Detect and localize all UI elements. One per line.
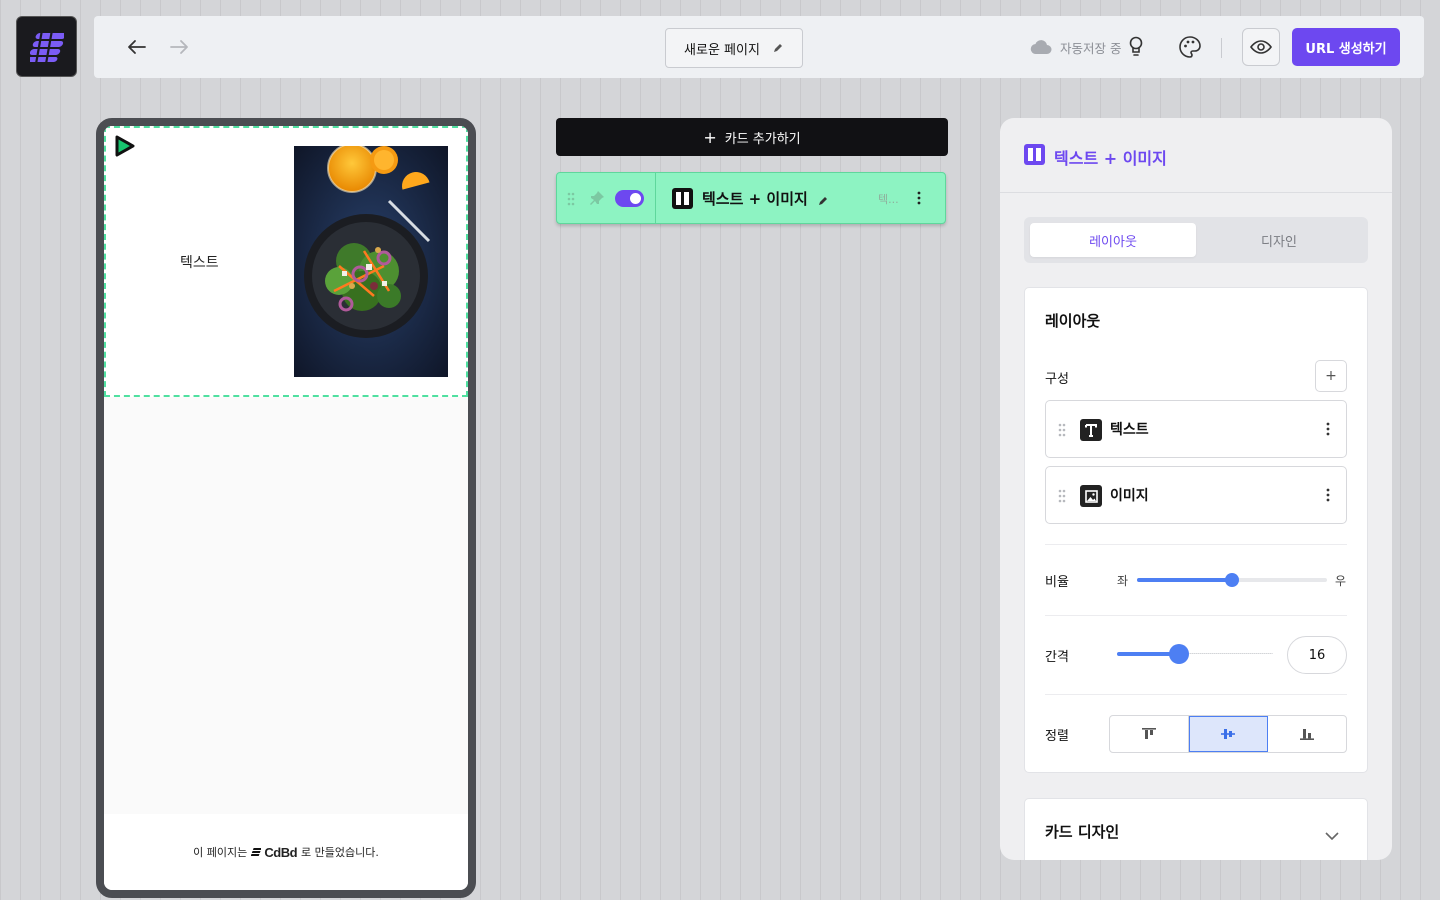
toolbar-divider bbox=[1221, 38, 1222, 58]
drag-handle-icon[interactable] bbox=[1058, 488, 1066, 507]
generate-url-button[interactable]: URL 생성하기 bbox=[1292, 28, 1400, 66]
selected-card-preview[interactable]: 텍스트 bbox=[104, 126, 468, 397]
section-divider bbox=[1045, 694, 1347, 695]
eye-icon bbox=[1250, 40, 1272, 54]
card-image bbox=[294, 146, 448, 377]
lightbulb-icon[interactable] bbox=[1129, 36, 1143, 58]
drag-handle-icon[interactable] bbox=[1058, 422, 1066, 441]
card-row-title: 텍스트 + 이미지 bbox=[702, 190, 808, 208]
add-card-label: 카드 추가하기 bbox=[724, 131, 801, 147]
ratio-slider[interactable] bbox=[1137, 573, 1327, 587]
card-text: 텍스트 bbox=[180, 255, 219, 271]
autosave-text: 자동저장 중 bbox=[1060, 40, 1122, 56]
align-bottom-button[interactable] bbox=[1268, 716, 1346, 752]
page-name-text: 새로운 페이지 bbox=[684, 42, 760, 58]
phone-footer: 이 페이지는 CdBd 로 만들었습니다. bbox=[104, 814, 468, 890]
plus-icon: + bbox=[703, 127, 717, 147]
palette-icon[interactable] bbox=[1178, 35, 1202, 63]
page-name-field[interactable]: 새로운 페이지 bbox=[665, 28, 803, 68]
tab-layout[interactable]: 레이아웃 bbox=[1030, 223, 1196, 257]
footer-brand: CdBd bbox=[250, 844, 298, 860]
drag-handle-icon[interactable] bbox=[567, 191, 575, 210]
split-layout-icon bbox=[1024, 144, 1045, 169]
align-top-icon bbox=[1142, 728, 1156, 739]
top-toolbar: 새로운 페이지 자동저장 중 URL 생성하기 bbox=[94, 16, 1424, 78]
spacing-slider[interactable] bbox=[1117, 644, 1273, 664]
ratio-right-label: 우 bbox=[1335, 574, 1347, 588]
add-card-button[interactable]: + 카드 추가하기 bbox=[556, 118, 948, 156]
align-center-button[interactable] bbox=[1189, 716, 1268, 752]
autosave-status: 자동저장 중 bbox=[1030, 36, 1143, 58]
edit-pencil-icon[interactable] bbox=[817, 192, 829, 211]
component-label: 텍스트 bbox=[1110, 422, 1149, 438]
add-component-button[interactable]: + bbox=[1315, 360, 1347, 392]
tab-design[interactable]: 디자인 bbox=[1196, 223, 1362, 257]
ratio-label: 비율 bbox=[1045, 575, 1069, 590]
component-item-image[interactable]: 이미지 bbox=[1045, 466, 1347, 524]
ratio-left-label: 좌 bbox=[1117, 574, 1129, 588]
plus-icon: + bbox=[1325, 368, 1337, 384]
phone-preview: 텍스트 이 페이지는 CdBd 로 만들었습니다. bbox=[96, 118, 476, 898]
more-options-icon[interactable] bbox=[1326, 421, 1330, 441]
logo-icon bbox=[29, 29, 64, 64]
brand-logo-icon bbox=[250, 847, 262, 856]
more-options-icon[interactable] bbox=[1326, 487, 1330, 507]
text-icon bbox=[1080, 419, 1102, 441]
pencil-icon bbox=[773, 44, 782, 52]
component-label: 이미지 bbox=[1110, 488, 1149, 504]
card-row-controls bbox=[557, 173, 656, 223]
layout-section-title: 레이아웃 bbox=[1045, 312, 1101, 330]
image-icon bbox=[1080, 485, 1102, 507]
panel-header: 텍스트 + 이미지 bbox=[1000, 118, 1392, 193]
panel-title: 텍스트 + 이미지 bbox=[1054, 149, 1167, 168]
play-icon[interactable] bbox=[112, 134, 136, 162]
ratio-slider-fill bbox=[1137, 578, 1232, 582]
cloud-icon bbox=[1030, 39, 1052, 54]
footer-suffix: 로 만들었습니다. bbox=[301, 846, 379, 859]
forward-arrow-icon[interactable] bbox=[167, 36, 191, 58]
app-logo[interactable] bbox=[16, 16, 77, 77]
section-divider bbox=[1045, 544, 1347, 545]
composition-label: 구성 bbox=[1045, 372, 1069, 387]
chevron-down-icon[interactable] bbox=[1325, 825, 1339, 844]
card-row-subtitle: 텍... bbox=[878, 193, 899, 206]
visibility-toggle[interactable] bbox=[615, 190, 644, 207]
section-divider bbox=[1045, 615, 1347, 616]
align-options bbox=[1109, 715, 1347, 753]
component-item-text[interactable]: 텍스트 bbox=[1045, 400, 1347, 458]
preview-button[interactable] bbox=[1242, 28, 1280, 66]
back-arrow-icon[interactable] bbox=[125, 36, 149, 58]
spacing-label: 간격 bbox=[1045, 650, 1069, 665]
card-list-item[interactable]: 텍스트 + 이미지 텍... bbox=[556, 172, 946, 224]
footer-brand-text: CdBd bbox=[264, 844, 298, 860]
align-top-button[interactable] bbox=[1110, 716, 1189, 752]
align-bottom-icon bbox=[1300, 729, 1314, 740]
ratio-slider-thumb[interactable] bbox=[1225, 573, 1239, 587]
panel-tabs: 레이아웃 디자인 bbox=[1024, 217, 1368, 263]
spacing-value-input[interactable]: 16 bbox=[1287, 636, 1347, 674]
footer-prefix: 이 페이지는 bbox=[193, 846, 248, 859]
layout-section: 레이아웃 구성 + 텍스트 이미지 비율 좌 우 간격 16 정렬 bbox=[1024, 287, 1368, 773]
split-layout-icon bbox=[672, 188, 693, 213]
align-center-icon bbox=[1221, 729, 1235, 739]
align-label: 정렬 bbox=[1045, 729, 1069, 744]
more-options-icon[interactable] bbox=[917, 190, 921, 210]
spacing-slider-thumb[interactable] bbox=[1169, 644, 1189, 664]
card-design-title: 카드 디자인 bbox=[1045, 823, 1120, 841]
settings-panel: 텍스트 + 이미지 레이아웃 디자인 레이아웃 구성 + 텍스트 이미지 비율 … bbox=[1000, 118, 1392, 860]
card-design-section[interactable]: 카드 디자인 bbox=[1024, 798, 1368, 860]
pin-icon[interactable] bbox=[589, 190, 605, 210]
